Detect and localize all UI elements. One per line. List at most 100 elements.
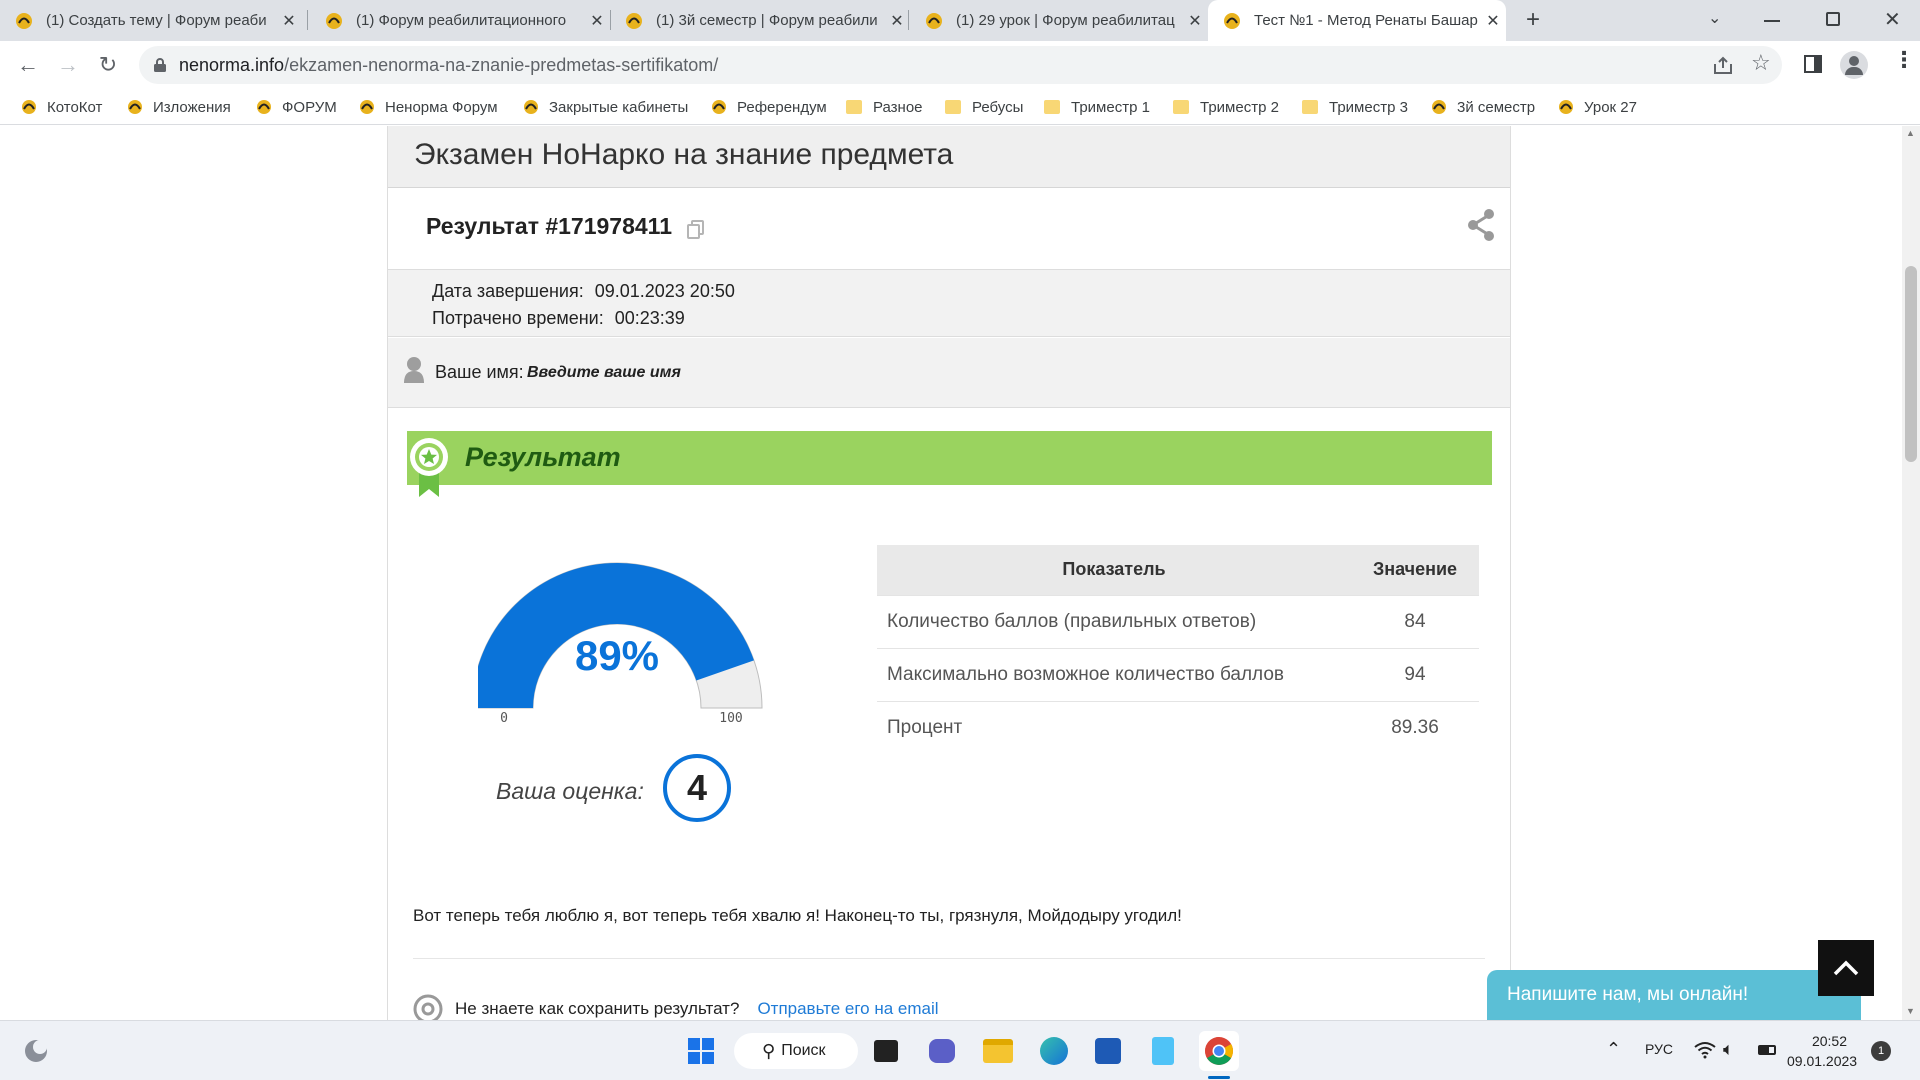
file-explorer-icon[interactable] [978, 1031, 1018, 1071]
profile-avatar-icon[interactable] [1840, 51, 1868, 79]
clock-time[interactable]: 20:52 [1797, 1033, 1847, 1049]
forum-favicon-icon [1224, 12, 1240, 29]
gauge-min-label: 0 [500, 711, 508, 726]
forum-favicon-icon [626, 12, 642, 29]
scroll-up-arrow-icon[interactable]: ▲ [1906, 128, 1915, 138]
bookmark-folder[interactable]: Ребусы [945, 97, 1023, 117]
forum-favicon-icon [16, 12, 32, 29]
restore-icon[interactable] [1826, 12, 1840, 26]
site-favicon-icon [712, 100, 726, 114]
copy-icon[interactable] [687, 220, 705, 240]
tab-title: Тест №1 - Метод Ренаты Башар [1254, 12, 1478, 29]
save-question: Не знаете как сохранить результат? [455, 999, 740, 1018]
tab-title: (1) Создать тему | Форум реаби [46, 12, 267, 29]
tab-2[interactable]: (1) Форум реабилитационного ✕ [310, 0, 610, 41]
tab-4[interactable]: (1) 29 урок | Форум реабилитац ✕ [910, 0, 1208, 41]
bookmark-folder[interactable]: Разное [846, 97, 923, 117]
page-scrollbar[interactable]: ▲ ▼ [1902, 126, 1920, 1020]
tab-3[interactable]: (1) 3й семестр | Форум реабили ✕ [610, 0, 910, 41]
notepad-icon[interactable] [1143, 1031, 1183, 1071]
store-icon[interactable] [1088, 1031, 1128, 1071]
bookmark-folder[interactable]: Триместр 3 [1302, 97, 1408, 117]
score-gauge: 89% 0 100 [471, 540, 798, 740]
share-page-icon[interactable] [1712, 55, 1734, 75]
tab-title: (1) 29 урок | Форум реабилитац [956, 12, 1175, 29]
new-tab-icon[interactable]: + [1518, 6, 1548, 36]
stats-metric-cell: Количество баллов (правильных ответов) [877, 594, 1351, 648]
clock-date[interactable]: 09.01.2023 [1787, 1053, 1857, 1069]
site-favicon-icon [128, 100, 142, 114]
share-icon[interactable] [1466, 208, 1496, 242]
tab-close-icon[interactable]: ✕ [884, 11, 910, 31]
gauge-max-label: 100 [719, 711, 742, 726]
minimize-icon[interactable] [1764, 20, 1780, 22]
spent-label: Потрачено времени: [432, 308, 604, 328]
task-view-icon[interactable] [866, 1031, 906, 1071]
table-row: Максимально возможное количество баллов … [877, 647, 1479, 701]
tab-search-chevron-icon[interactable]: ⌄ [1708, 8, 1721, 28]
bookmark-item[interactable]: Закрытые кабинеты [522, 97, 688, 117]
scrollbar-thumb[interactable] [1905, 266, 1917, 462]
wifi-icon[interactable] [1694, 1041, 1716, 1059]
save-result-row: Не знаете как сохранить результат? Отпра… [413, 994, 939, 1020]
bookmark-item[interactable]: 3й семестр [1430, 97, 1535, 117]
finish-label: Дата завершения: [432, 281, 584, 301]
tray-chevron-up-icon[interactable]: ⌃ [1606, 1039, 1621, 1060]
folder-icon [1302, 100, 1318, 114]
grade-row: Ваша оценка: 4 [496, 752, 758, 832]
battery-icon[interactable] [1758, 1045, 1776, 1055]
lock-icon[interactable] [153, 57, 167, 73]
browser-toolbar: ← → ↻ nenorma.info/ekzamen-nenorma-na-zn… [0, 41, 1920, 89]
taskbar-search-label: Поиск [781, 1042, 826, 1059]
finish-value: 09.01.2023 20:50 [594, 281, 735, 301]
search-icon: ⚲ [762, 1040, 776, 1061]
name-input-link[interactable]: Введите ваше имя [527, 364, 681, 382]
bookmark-item[interactable]: КотоКот [20, 97, 102, 117]
chrome-icon[interactable] [1199, 1031, 1239, 1071]
start-windows-icon[interactable] [681, 1031, 721, 1071]
tab-5-active[interactable]: Тест №1 - Метод Ренаты Башар ✕ [1208, 0, 1506, 41]
side-panel-icon[interactable] [1804, 55, 1822, 73]
tab-close-icon[interactable]: ✕ [1480, 11, 1506, 31]
back-to-top-button[interactable] [1818, 940, 1874, 996]
reload-icon[interactable]: ↻ [92, 49, 124, 81]
bookmark-item[interactable]: Урок 27 [1557, 97, 1637, 117]
volume-icon[interactable]: 🔈︎ [1723, 1039, 1734, 1060]
taskbar-search[interactable]: ⚲ Поиск [734, 1033, 858, 1069]
grade-label: Ваша оценка: [496, 778, 644, 804]
bookmark-item[interactable]: Изложения [126, 97, 231, 117]
bookmark-label: 3й семестр [1457, 98, 1536, 116]
weather-widget-icon[interactable] [16, 1031, 56, 1071]
completion-info: Дата завершения: 09.01.2023 20:50 Потрач… [388, 269, 1510, 337]
scroll-down-arrow-icon[interactable]: ▼ [1906, 1006, 1915, 1016]
address-bar[interactable]: nenorma.info/ekzamen-nenorma-na-znanie-p… [139, 46, 1782, 84]
language-indicator[interactable]: РУС [1645, 1041, 1673, 1057]
forum-favicon-icon [926, 12, 942, 29]
chat-widget[interactable]: Напишите нам, мы онлайн! [1487, 970, 1861, 1020]
site-favicon-icon [360, 100, 374, 114]
bookmark-item[interactable]: Ненорма Форум [358, 97, 498, 117]
stats-value-cell: 94 [1351, 647, 1479, 701]
praise-message: Вот теперь тебя люблю я, вот теперь тебя… [413, 906, 1182, 925]
back-arrow-icon[interactable]: ← [12, 49, 44, 81]
bookmark-folder[interactable]: Триместр 1 [1044, 97, 1150, 117]
tab-close-icon[interactable]: ✕ [1182, 11, 1208, 31]
tab-separator [307, 10, 308, 30]
tab-close-icon[interactable]: ✕ [276, 11, 302, 31]
send-email-link[interactable]: Отправьте его на email [757, 999, 938, 1019]
notification-badge[interactable]: 1 [1871, 1041, 1891, 1061]
bookmark-item[interactable]: Референдум [710, 97, 827, 117]
chat-teams-icon[interactable] [922, 1031, 962, 1071]
edge-browser-icon[interactable] [1034, 1031, 1074, 1071]
bookmark-item[interactable]: ФОРУМ [255, 97, 337, 117]
close-window-icon[interactable]: ✕ [1884, 7, 1901, 32]
url-path: /ekzamen-nenorma-na-znanie-predmetas-ser… [284, 54, 719, 75]
menu-kebab-icon[interactable]: ⋮ [1893, 47, 1915, 73]
tab-close-icon[interactable]: ✕ [584, 11, 610, 31]
bookmark-folder[interactable]: Триместр 2 [1173, 97, 1279, 117]
tab-1[interactable]: (1) Создать тему | Форум реаби ✕ [0, 0, 302, 41]
site-favicon-icon [1559, 100, 1573, 114]
stats-metric-cell: Максимально возможное количество баллов [877, 647, 1351, 701]
bookmark-star-icon[interactable]: ☆ [1751, 50, 1771, 76]
forward-arrow-icon[interactable]: → [52, 49, 84, 81]
